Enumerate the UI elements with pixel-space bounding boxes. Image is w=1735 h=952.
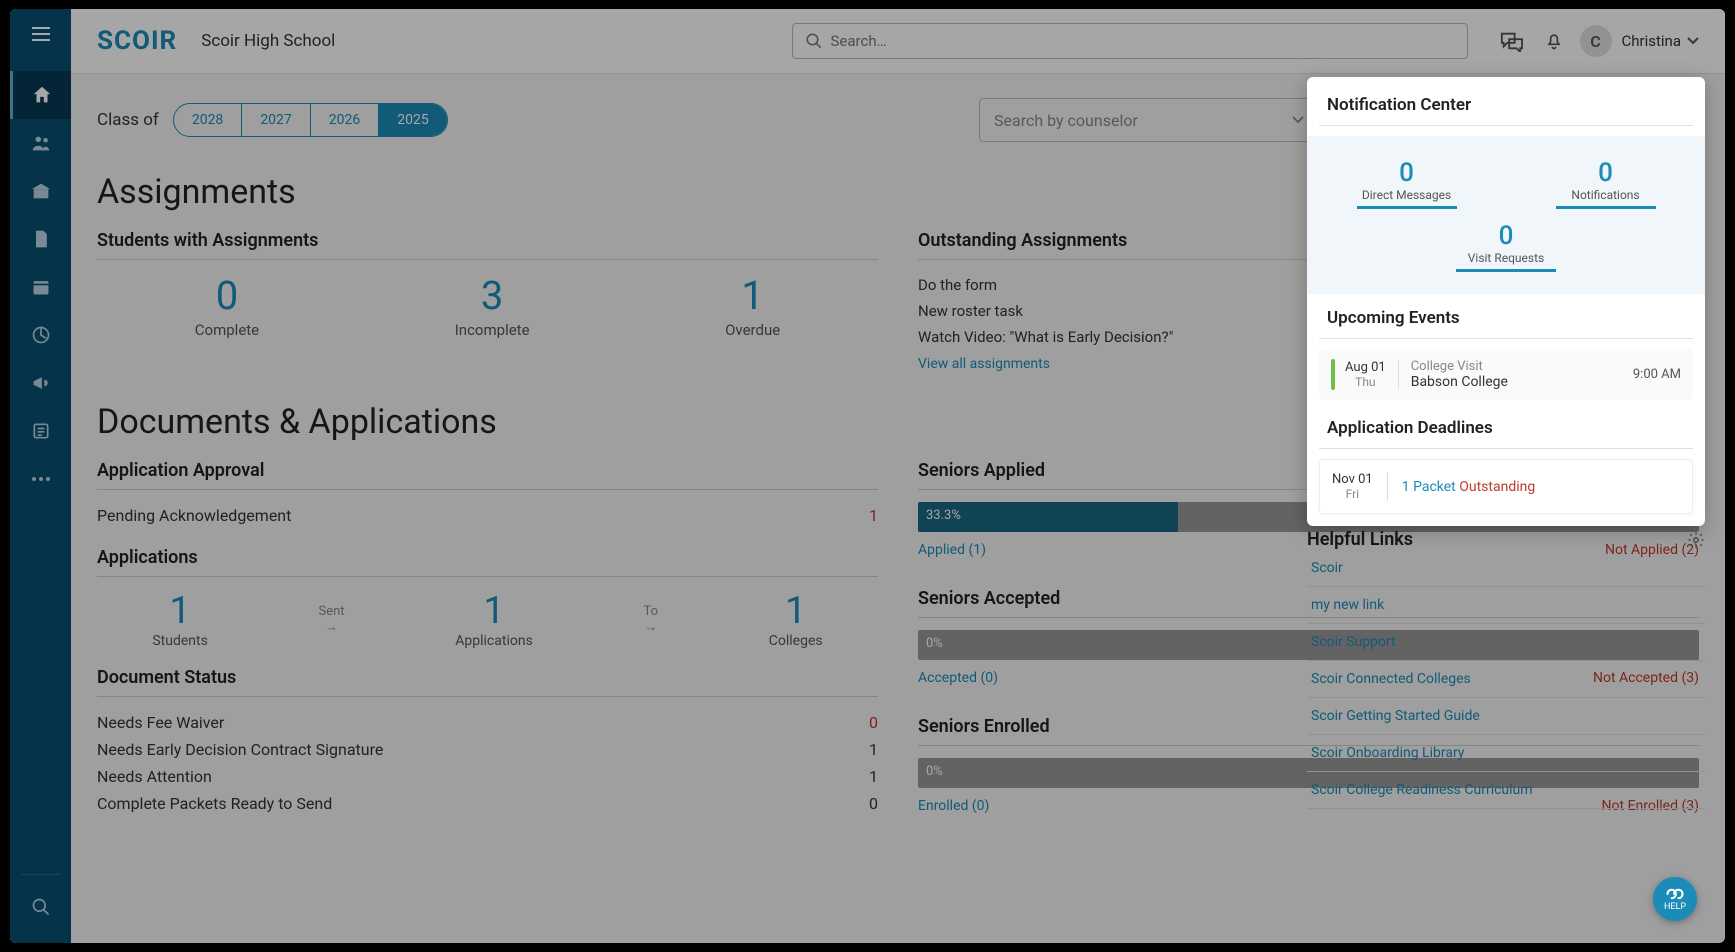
doc-status-row[interactable]: Needs Fee Waiver0 [97, 709, 878, 736]
arrow-right-icon: → [644, 619, 657, 635]
helpful-link[interactable]: Scoir Getting Started Guide [1307, 698, 1705, 735]
nav-announce[interactable] [10, 359, 71, 407]
doc-status-row[interactable]: Needs Attention1 [97, 763, 878, 790]
bell-icon[interactable] [1544, 30, 1564, 52]
class-year-2027[interactable]: 2027 [242, 104, 310, 136]
nav-more[interactable] [10, 455, 71, 503]
nav-documents[interactable] [10, 215, 71, 263]
arrow-right-icon: → [325, 619, 338, 635]
progress-left-link[interactable]: Accepted (0) [918, 670, 998, 686]
notification-title: Notification Center [1319, 95, 1693, 126]
notif-stat[interactable]: 0Direct Messages [1307, 152, 1506, 215]
chevron-down-icon[interactable] [1687, 37, 1699, 45]
assign-stat-num[interactable]: 1 [725, 272, 780, 319]
helpful-link[interactable]: my new link [1307, 587, 1705, 624]
pending-ack-count[interactable]: 1 [869, 506, 878, 525]
school-name: Scoir High School [201, 31, 335, 51]
students-with-assignments-label: Students with Assignments [97, 230, 878, 260]
document-status-label: Document Status [97, 667, 878, 697]
class-year-2028[interactable]: 2028 [174, 104, 242, 136]
nav-reports[interactable] [10, 311, 71, 359]
deadline-card[interactable]: Nov 01Fri 1 Packet Outstanding [1319, 459, 1693, 514]
assign-stat-num[interactable]: 3 [455, 272, 530, 319]
application-deadlines-title: Application Deadlines [1319, 418, 1693, 449]
search-input[interactable] [831, 32, 1455, 50]
upcoming-events-title: Upcoming Events [1319, 308, 1693, 339]
doc-status-row[interactable]: Needs Early Decision Contract Signature1 [97, 736, 878, 763]
menu-toggle[interactable] [32, 27, 50, 41]
class-year-2025[interactable]: 2025 [379, 104, 446, 136]
helpful-links-title: Helpful Links [1307, 529, 1413, 550]
user-avatar[interactable]: C [1580, 25, 1612, 57]
chevron-down-icon [1292, 116, 1304, 124]
nav-calendar[interactable] [10, 263, 71, 311]
notification-panel: Notification Center 0Direct Messages0Not… [1307, 77, 1705, 526]
helpful-link[interactable]: Scoir College Readiness Curriculum [1307, 772, 1705, 809]
event-accent [1331, 359, 1335, 390]
nav-search[interactable] [10, 883, 71, 931]
search-box[interactable] [792, 23, 1468, 59]
nav-list[interactable] [10, 407, 71, 455]
counselor-select[interactable]: Search by counselor [979, 98, 1319, 142]
side-nav [10, 9, 71, 943]
user-name[interactable]: Christina [1622, 32, 1682, 50]
helpful-link[interactable]: Scoir Support [1307, 624, 1705, 661]
messages-icon[interactable] [1498, 30, 1524, 52]
nav-students[interactable] [10, 119, 71, 167]
colleges-count[interactable]: 1 [769, 589, 823, 633]
assign-stat-num[interactable]: 0 [195, 272, 259, 319]
nav-home[interactable] [10, 71, 71, 119]
students-count[interactable]: 1 [152, 589, 207, 633]
pending-ack-label: Pending Acknowledgement [97, 506, 291, 525]
class-year-2026[interactable]: 2026 [311, 104, 379, 136]
progress-left-link[interactable]: Applied (1) [918, 542, 986, 558]
notif-stat[interactable]: 0Notifications [1506, 152, 1705, 215]
applications-count[interactable]: 1 [455, 589, 533, 633]
help-fab[interactable]: HELP [1653, 877, 1697, 921]
class-year-pills: 2028202720262025 [173, 103, 448, 137]
notif-stat[interactable]: 0Visit Requests [1307, 215, 1705, 278]
nav-divider [21, 874, 61, 875]
helpful-link[interactable]: Scoir Connected Colleges [1307, 661, 1705, 698]
doc-status-row[interactable]: Complete Packets Ready to Send0 [97, 790, 878, 817]
gear-icon[interactable] [1687, 531, 1705, 549]
class-of-label: Class of [97, 110, 159, 130]
helpful-links: Helpful Links Scoirmy new linkScoir Supp… [1307, 529, 1705, 809]
helpful-link[interactable]: Scoir [1307, 550, 1705, 587]
search-icon [805, 32, 823, 50]
event-card[interactable]: Aug 01Thu College VisitBabson College 9:… [1319, 349, 1693, 400]
helpful-link[interactable]: Scoir Onboarding Library [1307, 735, 1705, 772]
progress-left-link[interactable]: Enrolled (0) [918, 798, 989, 814]
counselor-placeholder: Search by counselor [994, 111, 1138, 130]
applications-label: Applications [97, 547, 878, 577]
top-bar: SCOIR Scoir High School C Christina [71, 9, 1725, 74]
application-approval-label: Application Approval [97, 460, 878, 490]
nav-school[interactable] [10, 167, 71, 215]
logo[interactable]: SCOIR [97, 26, 177, 56]
